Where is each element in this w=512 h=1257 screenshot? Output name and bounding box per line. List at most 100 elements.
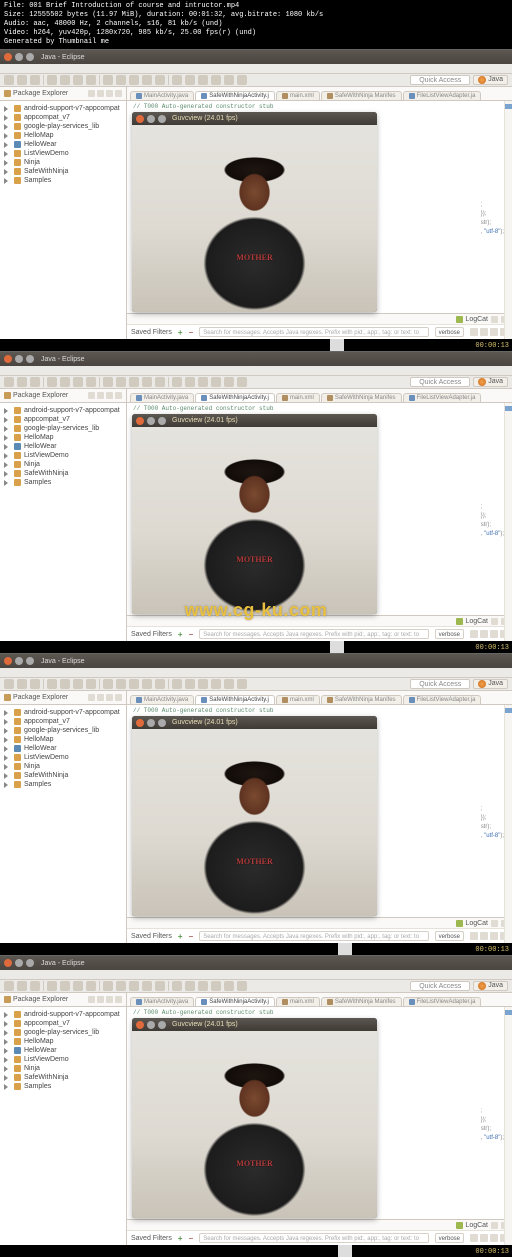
window-titlebar[interactable]: Java - Eclipse	[0, 352, 512, 366]
expand-icon[interactable]	[4, 178, 8, 184]
project-tree[interactable]: android-support-v7-appcompatappcompat_v7…	[0, 403, 126, 490]
editor-tab[interactable]: SafeWithNinjaActivity.j	[195, 997, 275, 1006]
close-icon[interactable]	[136, 719, 144, 727]
tree-item[interactable]: HelloWear	[4, 1046, 122, 1055]
tree-item[interactable]: appcompat_v7	[4, 415, 122, 424]
view-toolbar-icon[interactable]	[106, 90, 113, 97]
toolbar-icon[interactable]	[211, 377, 221, 387]
logcat-toolbar-icon[interactable]	[490, 932, 498, 940]
toolbar-icon[interactable]	[155, 377, 165, 387]
expand-icon[interactable]	[4, 1066, 8, 1072]
close-icon[interactable]	[4, 355, 12, 363]
toolbar-icon[interactable]	[47, 75, 57, 85]
menubar[interactable]	[0, 366, 512, 376]
toolbar-icon[interactable]	[17, 75, 27, 85]
view-toolbar-icon[interactable]	[88, 694, 95, 701]
toolbar-icon[interactable]	[86, 679, 96, 689]
tree-item[interactable]: SafeWithNinja	[4, 167, 122, 176]
maximize-icon[interactable]	[26, 657, 34, 665]
toolbar-icon[interactable]	[155, 679, 165, 689]
tree-item[interactable]: SafeWithNinja	[4, 469, 122, 478]
view-toolbar-icon[interactable]	[491, 316, 498, 323]
expand-icon[interactable]	[4, 1039, 8, 1045]
close-icon[interactable]	[4, 53, 12, 61]
toolbar-icon[interactable]	[224, 377, 234, 387]
toolbar-icon[interactable]	[129, 981, 139, 991]
editor-tab[interactable]: SafeWithNinjaActivity.j	[195, 695, 275, 704]
expand-icon[interactable]	[4, 1075, 8, 1081]
toolbar-icon[interactable]	[185, 377, 195, 387]
tree-item[interactable]: Samples	[4, 1082, 122, 1091]
toolbar-icon[interactable]	[73, 981, 83, 991]
expand-icon[interactable]	[4, 115, 8, 121]
logcat-search[interactable]: Search for messages. Accepts Java regexe…	[199, 1233, 428, 1243]
tree-item[interactable]: google-play-services_lib	[4, 1028, 122, 1037]
tree-item[interactable]: Samples	[4, 478, 122, 487]
expand-icon[interactable]	[4, 426, 8, 432]
package-explorer-tab[interactable]: Package Explorer	[4, 90, 68, 97]
tree-item[interactable]: Ninja	[4, 1064, 122, 1073]
toolbar-icon[interactable]	[211, 981, 221, 991]
logcat-search[interactable]: Search for messages. Accepts Java regexe…	[199, 629, 428, 639]
toolbar-icon[interactable]	[17, 679, 27, 689]
tree-item[interactable]: ListViewDemo	[4, 451, 122, 460]
tree-item[interactable]: google-play-services_lib	[4, 122, 122, 131]
close-icon[interactable]	[136, 115, 144, 123]
editor-tab[interactable]: FileListViewAdapter.ja	[403, 91, 482, 100]
logcat-search[interactable]: Search for messages. Accepts Java regexe…	[199, 327, 428, 337]
toolbar-icon[interactable]	[73, 75, 83, 85]
playhead[interactable]	[338, 943, 352, 955]
expand-icon[interactable]	[4, 444, 8, 450]
tree-item[interactable]: Samples	[4, 780, 122, 789]
editor-tab[interactable]: SafeWithNinja Manifes	[321, 91, 402, 100]
view-toolbar-icon[interactable]	[106, 996, 113, 1003]
tree-item[interactable]: android-support-v7-appcompat	[4, 708, 122, 717]
tree-item[interactable]: HelloMap	[4, 131, 122, 140]
expand-icon[interactable]	[4, 728, 8, 734]
editor-tab[interactable]: MainActivity.java	[130, 91, 194, 100]
toolbar-icon[interactable]	[73, 679, 83, 689]
tree-item[interactable]: appcompat_v7	[4, 1019, 122, 1028]
maximize-icon[interactable]	[26, 355, 34, 363]
toolbar-icon[interactable]	[30, 75, 40, 85]
toolbar-icon[interactable]	[142, 75, 152, 85]
view-toolbar-icon[interactable]	[106, 694, 113, 701]
toolbar-icon[interactable]	[73, 377, 83, 387]
logcat-search[interactable]: Search for messages. Accepts Java regexe…	[199, 931, 428, 941]
view-toolbar-icon[interactable]	[115, 90, 122, 97]
perspective-switcher[interactable]: Java	[473, 981, 508, 991]
overview-ruler[interactable]	[504, 1007, 512, 1245]
toolbar-icon[interactable]	[60, 981, 70, 991]
maximize-icon[interactable]	[158, 115, 166, 123]
toolbar-icon[interactable]	[155, 75, 165, 85]
expand-icon[interactable]	[4, 1084, 8, 1090]
overview-ruler[interactable]	[504, 403, 512, 641]
expand-icon[interactable]	[4, 151, 8, 157]
tree-item[interactable]: Samples	[4, 176, 122, 185]
video-capture-window[interactable]: Guvcview (24.01 fps)MOTHER	[132, 1018, 377, 1218]
expand-icon[interactable]	[4, 471, 8, 477]
video-capture-window[interactable]: Guvcview (24.01 fps)MOTHER	[132, 414, 377, 614]
toolbar-icon[interactable]	[60, 679, 70, 689]
tree-item[interactable]: Ninja	[4, 460, 122, 469]
log-level-select[interactable]: verbose	[435, 327, 464, 337]
toolbar-icon[interactable]	[4, 981, 14, 991]
view-toolbar-icon[interactable]	[97, 392, 104, 399]
expand-icon[interactable]	[4, 1030, 8, 1036]
toolbar-icon[interactable]	[237, 377, 247, 387]
toolbar-icon[interactable]	[198, 981, 208, 991]
expand-icon[interactable]	[4, 1048, 8, 1054]
toolbar[interactable]: Quick AccessJava	[0, 980, 512, 993]
toolbar-icon[interactable]	[185, 75, 195, 85]
editor-tab[interactable]: main.xml	[276, 997, 320, 1006]
view-toolbar-icon[interactable]	[97, 694, 104, 701]
tree-item[interactable]: HelloWear	[4, 140, 122, 149]
editor-tab[interactable]: main.xml	[276, 393, 320, 402]
logcat-toolbar-icon[interactable]	[490, 630, 498, 638]
expand-icon[interactable]	[4, 160, 8, 166]
toolbar-icon[interactable]	[172, 377, 182, 387]
expand-icon[interactable]	[4, 746, 8, 752]
toolbar-icon[interactable]	[103, 679, 113, 689]
view-toolbar-icon[interactable]	[97, 996, 104, 1003]
expand-icon[interactable]	[4, 133, 8, 139]
